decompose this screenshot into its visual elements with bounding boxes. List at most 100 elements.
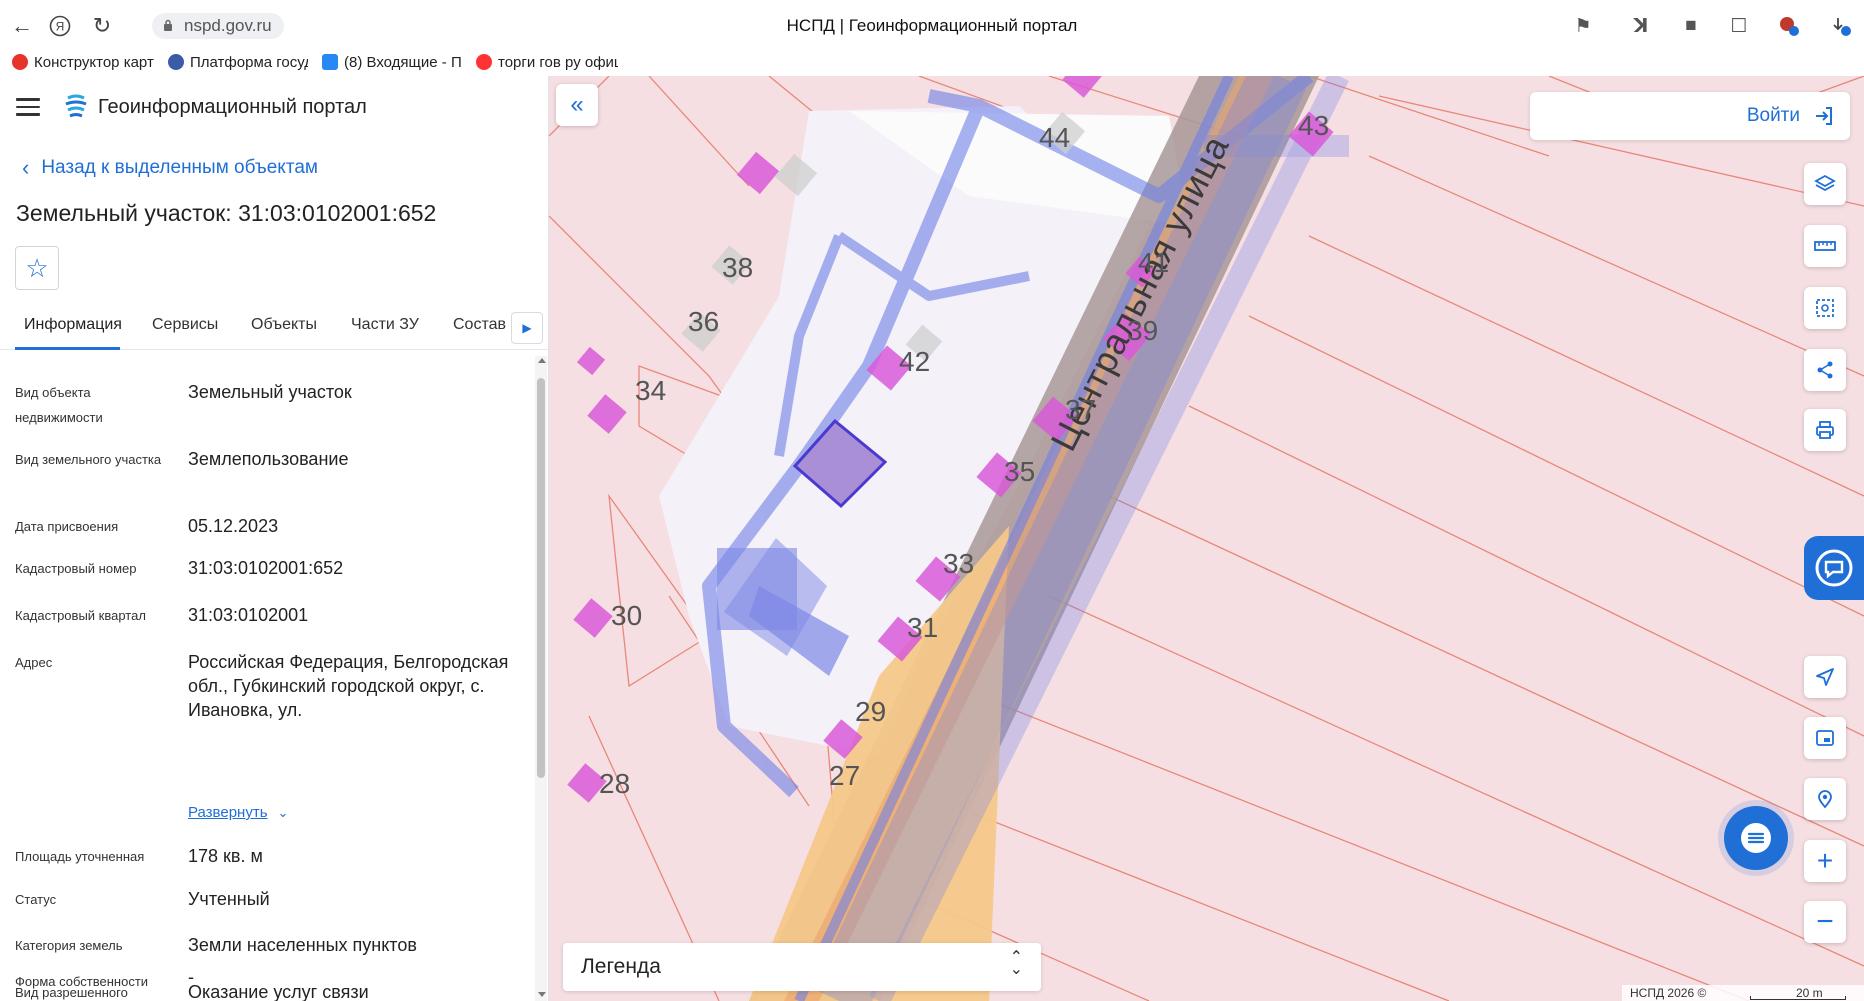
share-icon: [1817, 361, 1833, 379]
bookmarks-bar: Конструктор карт Платформа госуд (8) Вхо…: [0, 48, 1864, 76]
tabs-scroll-right-button[interactable]: ▶: [511, 312, 543, 344]
downloads-icon[interactable]: [1828, 14, 1854, 38]
copyright-text: НСПД 2026 ©: [1630, 986, 1707, 1000]
house-number: 43: [1298, 110, 1330, 141]
property-label: Вид земельного участка: [15, 452, 162, 467]
expand-collapse-icon[interactable]: ⌃ ⌄: [1010, 950, 1023, 978]
search-location-button[interactable]: [1804, 778, 1846, 820]
house-number: 28: [599, 768, 631, 799]
scrollbar-thumb[interactable]: [537, 378, 545, 778]
property-value: Землепользование: [188, 449, 349, 469]
object-title: Земельный участок: 31:03:0102001:652: [16, 200, 437, 226]
share-button[interactable]: [1804, 349, 1846, 391]
tab-services[interactable]: Сервисы: [152, 316, 218, 334]
map-canvas[interactable]: Центральная улица 44 43 38 36 34 42 41 3…: [549, 76, 1864, 1001]
info-panel: Геоинформационный портал ‹ Назад к выдел…: [0, 76, 549, 1001]
property-value: 178 кв. м: [188, 846, 263, 866]
layers-button[interactable]: [1804, 163, 1846, 205]
property-value: Земли населенных пунктов: [188, 935, 417, 955]
bookmark-item[interactable]: (8) Входящие - Пс: [322, 51, 462, 73]
extension-chat-icon[interactable]: ☐: [1726, 14, 1752, 38]
bookmark-item[interactable]: Платформа госуд: [168, 51, 308, 73]
scroll-down-arrow-icon[interactable]: [538, 992, 546, 997]
yandex-maps-icon: [12, 54, 28, 70]
area-select-button[interactable]: [1804, 287, 1846, 329]
login-button[interactable]: Войти: [1747, 104, 1836, 128]
tab-information[interactable]: Информация: [24, 316, 122, 334]
zoom-in-button[interactable]: +: [1804, 840, 1846, 882]
bookmark-icon[interactable]: ⚑: [1570, 14, 1596, 38]
info-tabs: Информация Сервисы Объекты Части ЗУ Сост…: [0, 304, 549, 350]
map-attribution: НСПД 2026 © 20 m: [1622, 985, 1864, 1001]
measure-button[interactable]: [1804, 225, 1846, 267]
scale-label: 20 m: [1796, 986, 1823, 1000]
back-to-selection-link[interactable]: ‹ Назад к выделенным объектам: [22, 155, 318, 181]
bookmark-item[interactable]: торги гов ру офиц: [476, 51, 618, 73]
chat-button[interactable]: [1724, 806, 1788, 870]
chat-bubble-icon: [1741, 823, 1771, 853]
yandex-browser-icon[interactable]: Я: [44, 10, 76, 42]
house-number: 31: [907, 612, 939, 643]
minus-icon: −: [1816, 905, 1834, 938]
collapse-panel-button[interactable]: «: [556, 84, 598, 126]
house-number: 38: [722, 252, 754, 283]
expand-address-link[interactable]: Развернуть ⌄: [188, 804, 288, 821]
tab-land-parts[interactable]: Части ЗУ: [351, 316, 419, 334]
location-search-icon: [1818, 790, 1832, 809]
property-label: Дата присвоения: [15, 519, 119, 534]
favorite-button[interactable]: ☆: [15, 246, 59, 290]
house-number: 41: [1138, 247, 1170, 278]
tab-composition[interactable]: Состав: [453, 316, 506, 334]
ruler-icon: [1814, 241, 1836, 251]
extension-hat-icon[interactable]: ■: [1678, 14, 1704, 38]
house-number: 35: [1004, 456, 1036, 487]
house-number: 36: [688, 306, 720, 337]
portal-title: Геоинформационный портал: [98, 96, 367, 118]
map-layer: [549, 76, 1864, 1001]
plus-icon: +: [1816, 845, 1834, 876]
reload-icon[interactable]: ↻: [86, 10, 118, 42]
legend-panel[interactable]: Легенда ⌃ ⌄: [563, 943, 1041, 991]
menu-icon[interactable]: [16, 98, 40, 116]
browser-toolbar: ← Я ↻ nspd.gov.ru НСПД | Геоинформационн…: [0, 0, 1864, 52]
property-label: Кадастровый номер: [15, 561, 137, 576]
scroll-up-arrow-icon[interactable]: [538, 358, 546, 363]
yandex-icon: [476, 54, 492, 70]
extension-profile-icon[interactable]: [1776, 14, 1802, 38]
tab-objects[interactable]: Объекты: [251, 316, 317, 334]
house-number: 42: [899, 346, 931, 377]
star-icon: ☆: [25, 252, 49, 283]
address-bar[interactable]: nspd.gov.ru: [152, 13, 284, 39]
select-area-icon: [1816, 299, 1834, 317]
property-value: 31:03:0102001:652: [188, 558, 344, 578]
geolocation-button[interactable]: [1804, 656, 1846, 698]
property-label: Категория земель: [15, 938, 123, 953]
panel-scrollbar[interactable]: [535, 356, 547, 1001]
minimap-button[interactable]: [1804, 717, 1846, 759]
login-bar: Войти: [1530, 92, 1850, 140]
property-value: 05.12.2023: [188, 516, 279, 536]
property-value: -: [188, 967, 194, 987]
lock-icon: [164, 19, 172, 31]
house-number: 29: [855, 696, 887, 727]
vk-icon: [322, 54, 338, 70]
print-button[interactable]: [1804, 409, 1846, 451]
extension-k-icon[interactable]: ꓘ: [1628, 14, 1654, 38]
navigation-arrow-icon: [1816, 668, 1834, 686]
house-number: 39: [1127, 315, 1159, 346]
legend-label: Легенда: [581, 955, 661, 978]
property-label: Форма собственности: [15, 974, 149, 989]
house-number: 30: [611, 600, 643, 631]
properties-list: Вид объекта недвижимости Земельный участ…: [0, 366, 535, 1001]
feedback-tab[interactable]: [1804, 536, 1864, 600]
login-icon: [1816, 107, 1832, 125]
chevron-left-icon: ‹: [22, 155, 30, 180]
back-arrow-icon[interactable]: ←: [6, 10, 38, 42]
url-text: nspd.gov.ru: [184, 16, 272, 35]
property-label: Адрес: [15, 655, 53, 670]
zoom-out-button[interactable]: −: [1804, 901, 1846, 943]
picture-in-picture-icon: [1816, 730, 1834, 746]
gov-emblem-icon: [168, 54, 184, 70]
bookmark-item[interactable]: Конструктор карт: [12, 51, 154, 73]
property-label: Кадастровый квартал: [15, 608, 146, 623]
